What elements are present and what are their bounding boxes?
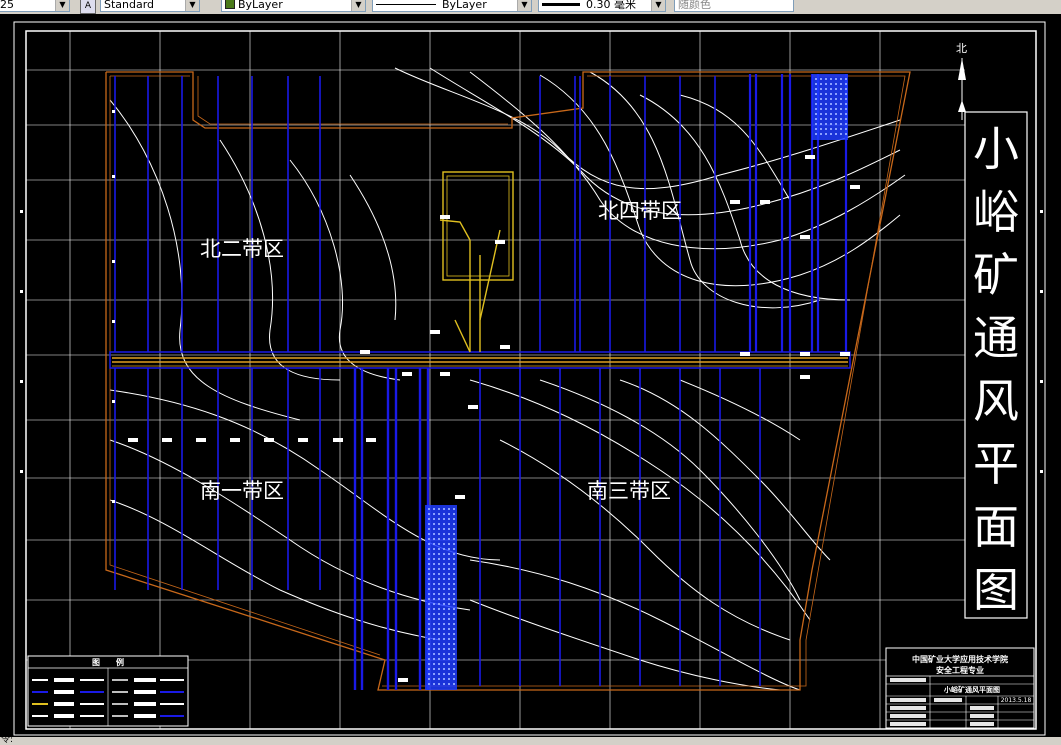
text-style-value: Standard [104,0,155,11]
zone-label-north-four: 北四带区 [598,199,682,223]
scale-value: 25 [0,0,14,11]
text-style-combo[interactable]: Standard ▼ [100,0,200,12]
chevron-down-icon[interactable]: ▼ [185,0,199,11]
text-style-icon[interactable]: A [80,0,96,14]
drawing-name: 小峪矿通风平面图 [943,685,1000,694]
drawing-date: 2013.5.18 [1001,697,1032,704]
chevron-down-icon[interactable]: ▼ [55,0,69,11]
chevron-down-icon[interactable]: ▼ [517,0,531,11]
linetype-sample-icon [376,4,436,5]
plot-color-combo[interactable]: 随颜色 [674,0,794,12]
lineweight-combo[interactable]: 0.30 毫米 ▼ [538,0,666,12]
chevron-down-icon[interactable]: ▼ [351,0,365,11]
zone-label-south-three: 南三带区 [587,479,671,503]
linetype-combo[interactable]: ByLayer ▼ [372,0,532,12]
institution-line-1: 中国矿业大学应用技术学院 [912,654,1008,664]
layer-combo[interactable]: ByLayer ▼ [221,0,366,12]
drawing-canvas[interactable]: 北二带区 北四带区 南一带区 南三带区 北 小峪矿通风平面图 中国矿业大学应用技… [0,14,1061,737]
command-line[interactable]: 令: [0,737,1061,745]
north-label: 北 [956,42,967,55]
zone-label-south-one: 南一带区 [200,479,284,503]
zone-label-north-two: 北二带区 [200,237,284,261]
layer-value: ByLayer [238,0,283,11]
plot-color-value: 随颜色 [678,0,711,11]
legend: 图 例 [27,655,189,727]
lineweight-value: 0.30 毫米 [586,0,636,11]
institution-line-2: 安全工程专业 [936,665,984,675]
color-swatch-icon [225,0,235,9]
scale-combo[interactable]: 25 ▼ [0,0,70,12]
command-prompt: 令: [1,737,14,745]
lineweight-sample-icon [542,3,580,6]
title-block: 中国矿业大学应用技术学院 安全工程专业 小峪矿通风平面图 2013.5.18 [885,647,1035,729]
chevron-down-icon[interactable]: ▼ [651,0,665,11]
linetype-value: ByLayer [442,0,487,11]
toolbar: 25 ▼ A Standard ▼ ByLayer ▼ ByLayer ▼ 0.… [0,0,1061,15]
legend-title: 图 例 [92,657,124,667]
